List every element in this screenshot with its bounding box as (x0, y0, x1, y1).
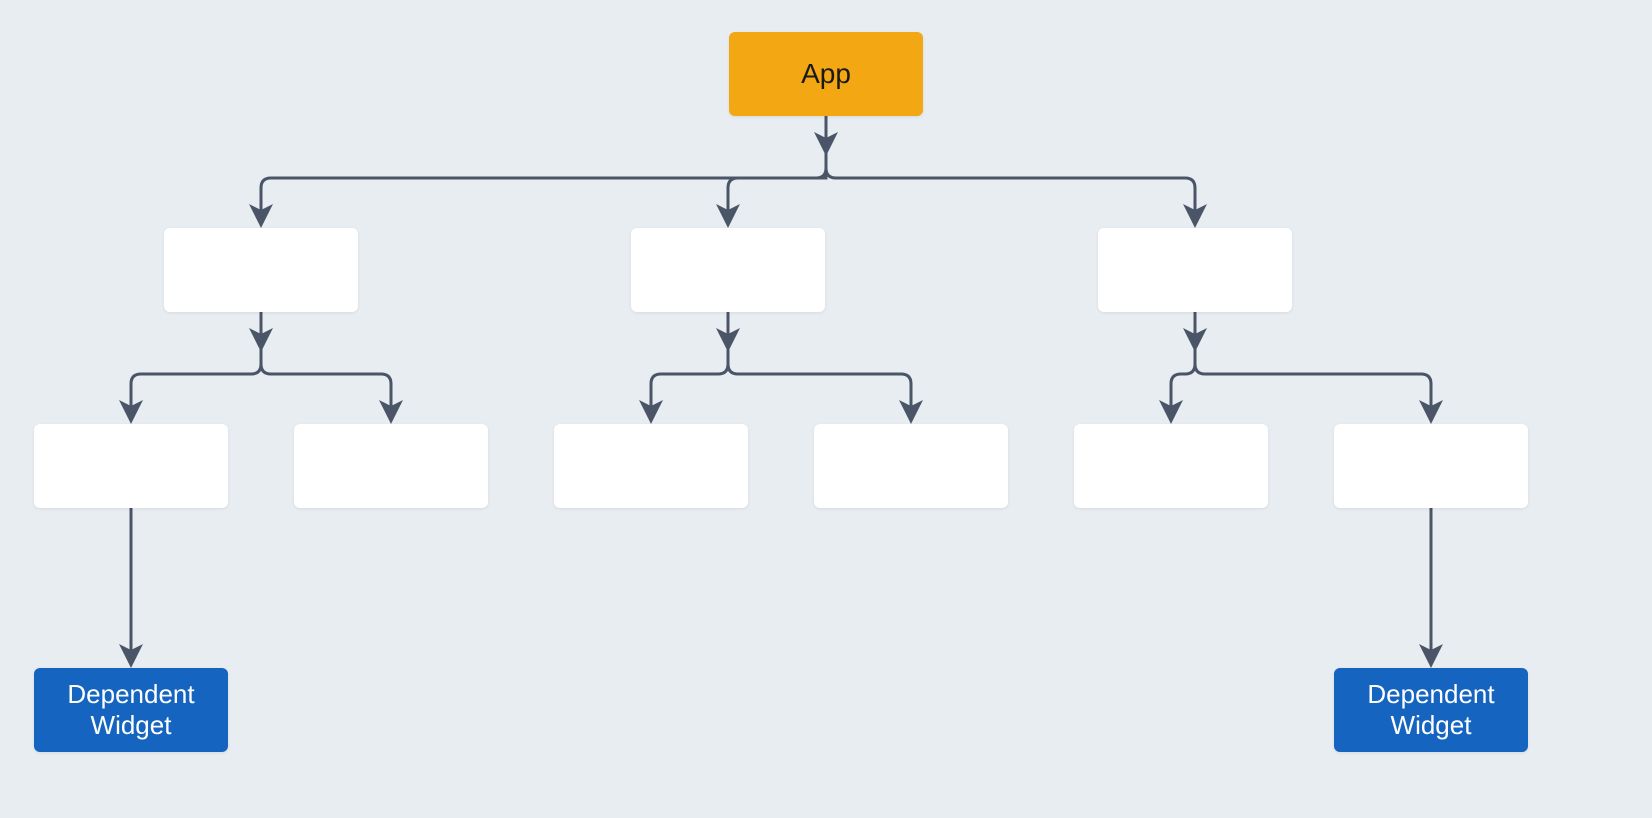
node-dependent-widget-left: Dependent Widget (34, 668, 228, 752)
node-leaf-6 (1334, 424, 1528, 508)
node-leaf-4 (814, 424, 1008, 508)
node-leaf-3 (554, 424, 748, 508)
node-app-root: App (729, 32, 923, 116)
node-leaf-2 (294, 424, 488, 508)
node-mid-1 (164, 228, 358, 312)
node-mid-2 (631, 228, 825, 312)
node-dependent-widget-left-label: Dependent Widget (67, 679, 194, 741)
node-app-root-label: App (801, 58, 851, 90)
node-dependent-widget-right-label: Dependent Widget (1367, 679, 1494, 741)
node-dependent-widget-right: Dependent Widget (1334, 668, 1528, 752)
node-mid-3 (1098, 228, 1292, 312)
node-leaf-1 (34, 424, 228, 508)
node-leaf-5 (1074, 424, 1268, 508)
